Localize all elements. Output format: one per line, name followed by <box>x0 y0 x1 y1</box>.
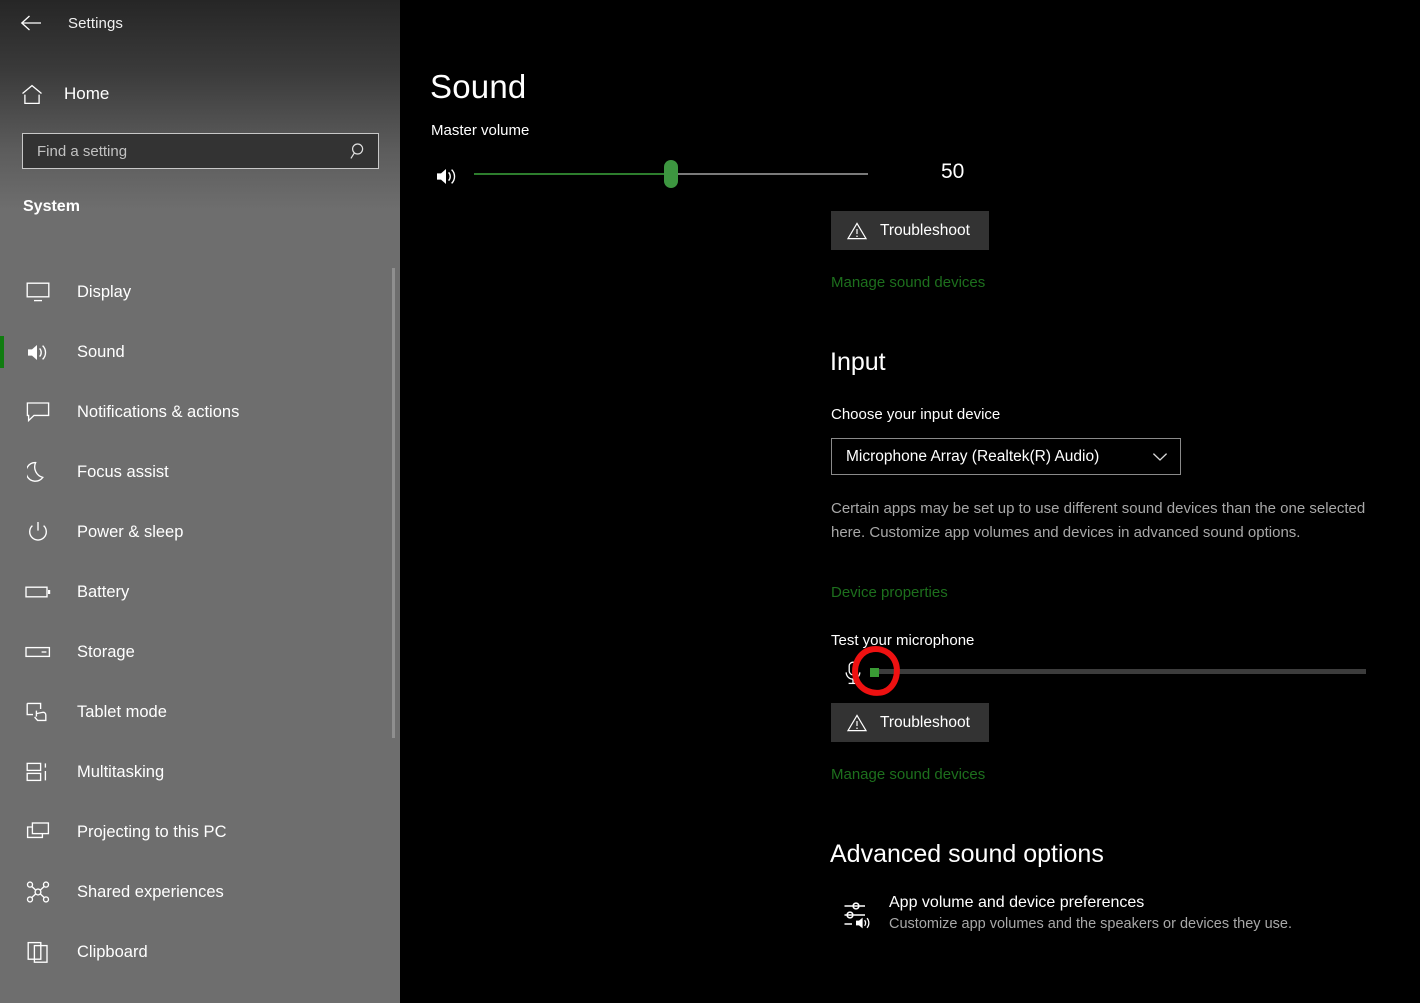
multitasking-icon <box>18 761 58 783</box>
search-input-container[interactable] <box>22 133 379 169</box>
battery-icon <box>18 584 58 600</box>
sidebar-item-projecting-to-this-pc[interactable]: Projecting to this PC <box>0 802 400 862</box>
troubleshoot-input-button[interactable]: Troubleshoot <box>831 703 989 742</box>
chevron-down-icon[interactable] <box>1140 452 1180 462</box>
microphone-icon <box>840 659 866 687</box>
search-input[interactable] <box>23 142 340 160</box>
sidebar-item-label: Storage <box>77 642 135 661</box>
monitor-icon <box>18 281 58 303</box>
app-volume-preferences-item[interactable]: App volume and device preferences Custom… <box>843 894 1403 932</box>
troubleshoot-output-label: Troubleshoot <box>880 221 970 239</box>
home-icon <box>6 84 58 105</box>
selected-accent-bar <box>0 516 4 548</box>
selected-accent-bar <box>0 456 4 488</box>
sidebar-item-label: Focus assist <box>77 462 169 481</box>
app-title: Settings <box>68 14 123 32</box>
troubleshoot-input-label: Troubleshoot <box>880 713 970 731</box>
selected-accent-bar <box>0 636 4 668</box>
speaker-icon <box>18 342 58 363</box>
volume-value: 50 <box>941 160 965 183</box>
microphone-level-meter <box>831 658 1391 688</box>
warning-triangle-icon <box>847 221 867 240</box>
mixer-sliders-icon <box>843 894 889 932</box>
troubleshoot-output-button[interactable]: Troubleshoot <box>831 211 989 250</box>
sidebar-item-label: Clipboard <box>77 942 148 961</box>
volume-thumb[interactable] <box>664 160 678 188</box>
selected-accent-bar <box>0 996 4 1003</box>
tablet-hand-icon <box>18 701 58 723</box>
sidebar-nav-list: Display Sound Notifications & actions Focus… <box>0 262 400 1003</box>
sidebar-item-label: Battery <box>77 582 130 601</box>
sidebar-item-label: Display <box>77 282 132 301</box>
projecting-icon <box>18 821 58 843</box>
sidebar-item-label: Tablet mode <box>77 702 167 721</box>
advanced-sound-options-heading: Advanced sound options <box>830 840 1104 868</box>
titlebar: Settings <box>0 0 400 46</box>
device-properties-link[interactable]: Device properties <box>831 584 948 601</box>
manage-sound-devices-input-link[interactable]: Manage sound devices <box>831 766 985 783</box>
clipboard-icon <box>18 940 58 964</box>
settings-window: Settings Home System Display Sound Notific… <box>0 0 1420 1003</box>
back-arrow-icon[interactable] <box>8 0 54 46</box>
selected-accent-bar <box>0 576 4 608</box>
input-device-select[interactable]: Microphone Array (Realtek(R) Audio) <box>831 438 1181 475</box>
microphone-level-track <box>872 669 1366 674</box>
sidebar-item-tablet-mode[interactable]: Tablet mode <box>0 682 400 742</box>
page-title: Sound <box>430 68 527 105</box>
app-volume-preferences-text: App volume and device preferences Custom… <box>889 894 1403 932</box>
sidebar-item-multitasking[interactable]: Multitasking <box>0 742 400 802</box>
sidebar-item-battery[interactable]: Battery <box>0 562 400 622</box>
selected-accent-bar <box>0 336 4 368</box>
moon-icon <box>18 461 58 483</box>
warning-triangle-icon <box>847 713 867 732</box>
app-volume-preferences-title: App volume and device preferences <box>889 894 1145 911</box>
app-volume-preferences-subtitle: Customize app volumes and the speakers o… <box>889 916 1292 932</box>
master-volume-label: Master volume <box>431 122 530 139</box>
sidebar-item-label: Projecting to this PC <box>77 822 227 841</box>
selected-accent-bar <box>0 756 4 788</box>
sidebar-item-storage[interactable]: Storage <box>0 622 400 682</box>
sidebar-item-shared-experiences[interactable]: Shared experiences <box>0 862 400 922</box>
master-volume-slider[interactable]: 50 <box>431 160 991 192</box>
selected-accent-bar <box>0 936 4 968</box>
sidebar-item-remote-desktop[interactable]: Remote Desktop <box>0 982 400 1003</box>
chat-bubble-icon <box>18 401 58 423</box>
sidebar-item-notifications-actions[interactable]: Notifications & actions <box>0 382 400 442</box>
manage-sound-devices-output-link[interactable]: Manage sound devices <box>831 274 985 291</box>
selected-accent-bar <box>0 276 4 308</box>
selected-accent-bar <box>0 696 4 728</box>
share-nodes-icon <box>18 881 58 903</box>
speaker-icon <box>431 163 463 189</box>
selected-accent-bar <box>0 876 4 908</box>
volume-fill <box>474 173 671 175</box>
sidebar-item-home-label: Home <box>64 84 110 103</box>
sidebar-scrollbar-thumb[interactable] <box>392 268 395 738</box>
sidebar: Settings Home System Display Sound Notific… <box>0 0 400 1003</box>
selected-accent-bar <box>0 816 4 848</box>
sidebar-item-sound[interactable]: Sound <box>0 322 400 382</box>
input-description: Certain apps may be set up to use differ… <box>831 500 1366 541</box>
drive-icon <box>18 644 58 660</box>
input-section-heading: Input <box>830 348 886 376</box>
selected-accent-bar <box>0 396 4 428</box>
test-microphone-label: Test your microphone <box>831 632 975 649</box>
sidebar-item-display[interactable]: Display <box>0 262 400 322</box>
sidebar-item-power-sleep[interactable]: Power & sleep <box>0 502 400 562</box>
sidebar-item-label: Multitasking <box>77 762 165 781</box>
sidebar-item-label: Notifications & actions <box>77 402 240 421</box>
sidebar-item-home[interactable]: Home <box>0 74 400 114</box>
sidebar-item-label: Sound <box>77 342 125 361</box>
microphone-level-indicator <box>870 668 879 677</box>
sidebar-group-title: System <box>23 198 80 215</box>
sidebar-item-clipboard[interactable]: Clipboard <box>0 922 400 982</box>
main-content: Sound Master volume 50 Troubleshoot Mana… <box>400 0 1420 1003</box>
power-icon <box>18 521 58 543</box>
sidebar-item-focus-assist[interactable]: Focus assist <box>0 442 400 502</box>
search-icon[interactable] <box>340 142 378 160</box>
sidebar-item-label: Power & sleep <box>77 522 184 541</box>
choose-input-device-label: Choose your input device <box>831 406 1001 423</box>
sidebar-item-label: Shared experiences <box>77 882 224 901</box>
input-device-value: Microphone Array (Realtek(R) Audio) <box>846 447 1100 465</box>
